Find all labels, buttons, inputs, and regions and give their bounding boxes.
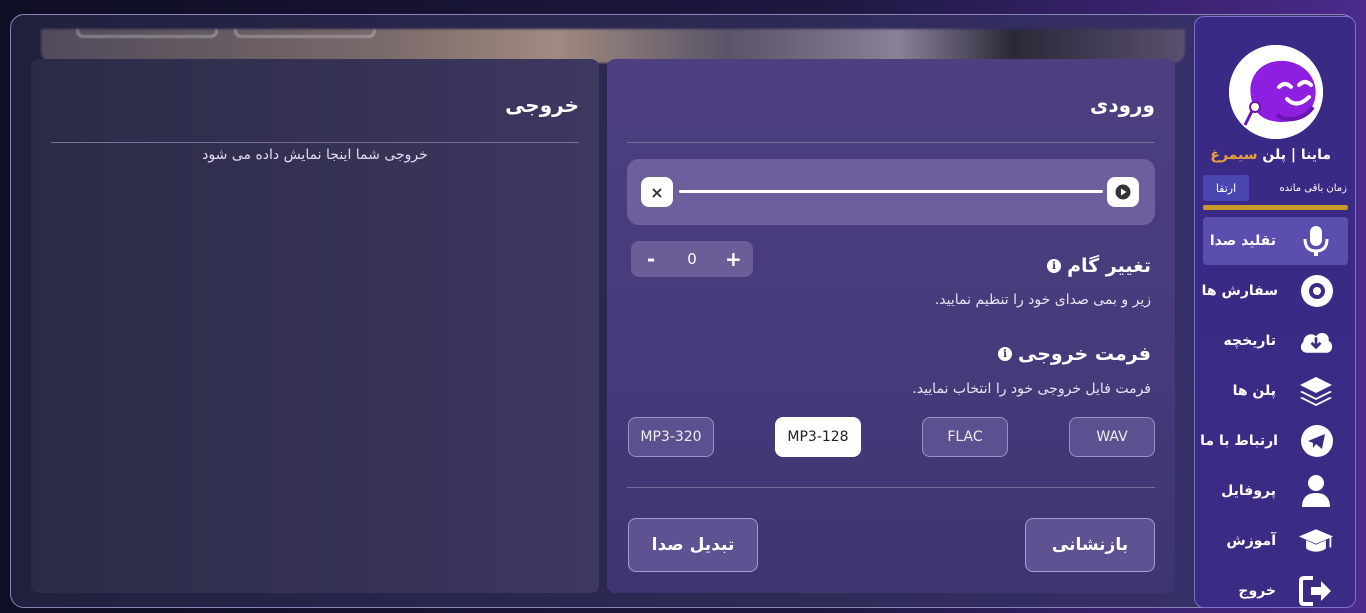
nav-item-orders[interactable]: سفارش ها: [1201, 267, 1348, 315]
format-title: فرمت خروجی i: [998, 343, 1151, 365]
telegram-icon: [1300, 423, 1334, 459]
nav-label: آموزش: [1226, 533, 1276, 549]
microphone-icon: [1298, 223, 1334, 259]
format-description: فرمت فایل خروجی خود را انتخاب نمایید.: [912, 381, 1151, 397]
convert-voice-button[interactable]: تبدیل صدا: [628, 518, 758, 572]
disc-icon: [1300, 273, 1334, 309]
top-banner-image: [41, 29, 1185, 63]
nav-label: تقلید صدا: [1209, 233, 1276, 249]
nav-item-contact[interactable]: ارتباط با ما: [1200, 417, 1348, 465]
play-icon: [1115, 184, 1131, 200]
nav-label: سفارش ها: [1201, 283, 1278, 299]
banner-pill: [235, 29, 375, 37]
output-panel: خروجی خروجی شما اینجا نمایش داده می شود: [31, 59, 599, 593]
format-title-text: فرمت خروجی: [1018, 343, 1151, 365]
upgrade-button[interactable]: ارتقا: [1203, 175, 1249, 201]
nav-item-plans[interactable]: پلن ها: [1203, 367, 1348, 415]
nav-item-voice-clone[interactable]: تقلید صدا: [1203, 217, 1348, 265]
remaining-time-bar: [1203, 205, 1348, 210]
app-logo: [1229, 45, 1323, 139]
bird-mascot-icon: [1229, 45, 1323, 139]
user-icon: [1298, 473, 1334, 509]
nav-item-logout[interactable]: خروج: [1203, 567, 1348, 613]
nav-label: پلن ها: [1232, 383, 1276, 399]
input-panel: ورودی × تغییر گام i زیر و بمی صدای خود ر…: [607, 59, 1175, 593]
divider: [627, 487, 1155, 488]
play-button[interactable]: [1107, 177, 1139, 207]
pitch-description: زیر و بمی صدای خود را تنظیم نمایید.: [934, 292, 1151, 308]
info-icon[interactable]: i: [1047, 259, 1062, 273]
pitch-decrement-button[interactable]: -: [643, 247, 659, 271]
close-icon: ×: [650, 182, 664, 202]
remaining-time-label: زمان باقی مانده: [1279, 183, 1347, 194]
app-shell: ورودی × تغییر گام i زیر و بمی صدای خود ر…: [10, 14, 1356, 608]
info-icon[interactable]: i: [998, 347, 1012, 361]
output-panel-title: خروجی: [505, 93, 579, 117]
sidebar: ماینا | پلن سیمرغ زمان باقی مانده ارتقا …: [1194, 16, 1356, 608]
logout-icon: [1298, 573, 1334, 609]
nav-label: پروفایل: [1221, 483, 1276, 499]
nav-item-tutorial[interactable]: آموزش: [1203, 517, 1348, 565]
pitch-title-text: تغییر گام: [1067, 255, 1151, 277]
audio-progress-track[interactable]: [679, 190, 1103, 193]
pitch-increment-button[interactable]: +: [725, 247, 742, 271]
reset-button[interactable]: بازنشانی: [1025, 518, 1155, 572]
nav-label: تاریخچه: [1223, 333, 1277, 349]
format-option-mp3-320[interactable]: MP3-320: [628, 417, 714, 457]
format-option-flac[interactable]: FLAC: [922, 417, 1008, 457]
format-option-wav[interactable]: WAV: [1069, 417, 1155, 457]
divider: [627, 142, 1155, 143]
clear-audio-button[interactable]: ×: [641, 177, 673, 207]
nav-label: ارتباط با ما: [1200, 433, 1278, 449]
pitch-stepper: - 0 +: [631, 241, 753, 277]
graduation-cap-icon: [1298, 523, 1334, 559]
audio-player: ×: [627, 159, 1155, 225]
brand-label: ماینا | پلن: [1262, 147, 1331, 163]
nav-item-history[interactable]: تاریخچه: [1203, 317, 1348, 365]
layers-icon: [1298, 373, 1334, 409]
format-option-mp3-128[interactable]: MP3-128: [775, 417, 861, 457]
pitch-title: تغییر گام i: [1047, 255, 1151, 277]
banner-pill: [77, 29, 217, 37]
plan-name: سیمرغ: [1210, 147, 1258, 163]
input-panel-title: ورودی: [1090, 93, 1155, 117]
nav-item-profile[interactable]: پروفایل: [1203, 467, 1348, 515]
pitch-value[interactable]: 0: [687, 250, 697, 268]
divider: [51, 142, 579, 143]
output-placeholder: خروجی شما اینجا نمایش داده می شود: [202, 147, 428, 163]
cloud-download-icon: [1298, 323, 1334, 359]
plan-line: ماینا | پلن سیمرغ: [1210, 147, 1331, 163]
nav-label: خروج: [1238, 583, 1276, 599]
